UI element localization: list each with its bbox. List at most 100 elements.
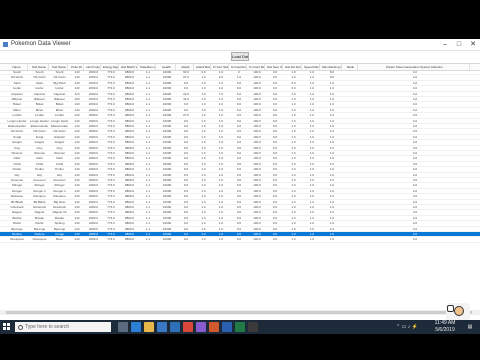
task-view-icon[interactable] (118, 322, 128, 332)
table-cell[interactable]: 773.0 (103, 178, 119, 183)
table-cell[interactable]: 0.0 (231, 221, 247, 226)
table-cell[interactable]: 143 (70, 146, 84, 151)
table-cell[interactable]: 1.0 (304, 237, 320, 242)
table-cell[interactable]: 0.0 (178, 194, 194, 199)
table-cell[interactable]: 9800.0 (121, 70, 138, 75)
table-cell[interactable]: 2000.0 (86, 146, 101, 151)
table-cell[interactable]: 1.0 (304, 210, 320, 215)
table-cell[interactable]: 2000.0 (86, 135, 101, 140)
table-cell[interactable]: 1.0 (322, 146, 342, 151)
table-cell[interactable]: 0.0 (267, 70, 283, 75)
table-cell[interactable]: 2000.0 (86, 97, 101, 102)
table-cell[interactable]: Gtorger (6, 189, 28, 194)
table-cell[interactable]: 4.0 (360, 173, 470, 178)
table-cell[interactable]: Ctlctr (6, 156, 28, 161)
table-cell[interactable]: Mlner (6, 108, 28, 113)
table-cell[interactable]: 1.1 (140, 205, 156, 210)
table-cell[interactable]: 1.0 (304, 200, 320, 205)
table-cell[interactable]: 1.0 (304, 183, 320, 188)
table-cell[interactable]: Shinger (51, 183, 68, 188)
table-cell[interactable]: 1.0 (285, 232, 302, 237)
table-cell[interactable]: Bdsol (6, 102, 28, 107)
table-cell[interactable]: 0.0 (267, 75, 283, 80)
table-cell[interactable]: 10000 (158, 129, 176, 134)
table-cell[interactable]: 1.0 (213, 86, 229, 91)
table-cell[interactable]: 0.0 (267, 205, 283, 210)
table-cell[interactable]: 773.0 (103, 216, 119, 221)
table-cell[interactable]: 773.0 (103, 140, 119, 145)
table-cell[interactable]: Rilkover (6, 97, 28, 102)
table-cell[interactable]: 1.0 (322, 97, 342, 102)
table-cell[interactable]: Cioy (30, 146, 49, 151)
table-cell[interactable]: 1.0 (322, 205, 342, 210)
table-cell[interactable]: Rtorkr (6, 221, 28, 226)
table-cell[interactable]: 1.0 (285, 200, 302, 205)
table-cell[interactable]: Ivorler (6, 86, 28, 91)
table-cell[interactable]: 0.0 (267, 221, 283, 226)
table-cell[interactable]: 1.0 (213, 135, 229, 140)
table-cell[interactable]: Gtorger 1 (30, 189, 49, 194)
table-cell[interactable]: 100.0 (249, 221, 265, 226)
table-cell[interactable]: 1.0 (322, 92, 342, 97)
table-cell[interactable]: 1.0 (304, 156, 320, 161)
table-cell[interactable]: 1.0 (285, 210, 302, 215)
table-cell[interactable]: 143 (70, 232, 84, 237)
table-cell[interactable]: 1.1 (140, 86, 156, 91)
table-cell[interactable]: 10000 (158, 194, 176, 199)
table-cell[interactable]: 2000.0 (86, 221, 101, 226)
table-cell[interactable]: Otl-Vorlm (30, 129, 49, 134)
system-tray-icons[interactable]: ⌃ ▭ ♪ ⚡ (388, 320, 426, 334)
table-cell[interactable]: 1.1 (140, 156, 156, 161)
table-cell[interactable]: 60.0 (178, 70, 194, 75)
table-cell[interactable]: Ramamo (6, 194, 28, 199)
table-cell[interactable]: 1.0 (196, 156, 211, 161)
table-cell[interactable]: 4.0 (360, 135, 470, 140)
table-cell[interactable]: 1.0 (285, 92, 302, 97)
table-cell[interactable]: 0.0 (178, 162, 194, 167)
table-cell[interactable]: 0.0 (178, 221, 194, 226)
table-cell[interactable]: 1.0 (322, 232, 342, 237)
table-cell[interactable]: Otl-Vorlm (6, 129, 28, 134)
edge-icon[interactable] (131, 322, 141, 332)
table-cell[interactable]: 2000.0 (86, 173, 101, 178)
table-cell[interactable]: 1.0 (285, 216, 302, 221)
table-cell[interactable]: 4.0 (360, 178, 470, 183)
table-cell[interactable]: 1.0 (322, 108, 342, 113)
table-cell[interactable]: 1.1 (140, 210, 156, 215)
table-cell[interactable]: Rilkover (30, 97, 49, 102)
table-cell[interactable]: 0.0 (267, 119, 283, 124)
table-cell[interactable]: 0.0 (231, 151, 247, 156)
table-cell[interactable]: 143 (70, 75, 84, 80)
table-cell[interactable]: 1.0 (213, 227, 229, 232)
maximize-icon[interactable]: □ (452, 39, 466, 50)
table-cell[interactable]: 1.0 (196, 178, 211, 183)
table-cell[interactable]: 1.0 (196, 173, 211, 178)
table-cell[interactable]: 1.0 (196, 216, 211, 221)
table-cell[interactable]: 2000.0 (86, 113, 101, 118)
table-cell[interactable]: 773.0 (103, 129, 119, 134)
table-cell[interactable]: 2000.0 (86, 200, 101, 205)
table-cell[interactable]: 1.1 (140, 162, 156, 167)
table-cell[interactable]: 1.0 (285, 194, 302, 199)
file-explorer-icon[interactable] (144, 322, 154, 332)
table-cell[interactable]: Mlner (51, 108, 68, 113)
table-cell[interactable]: 4.0 (360, 216, 470, 221)
table-cell[interactable]: 100.0 (249, 102, 265, 107)
table-cell[interactable]: 1.0 (322, 140, 342, 145)
table-cell[interactable]: Snorlt (30, 70, 49, 75)
table-cell[interactable]: Ragnet (6, 210, 28, 215)
table-cell[interactable]: 0.0 (231, 210, 247, 215)
table-cell[interactable]: 0.0 (178, 216, 194, 221)
table-cell[interactable]: 1.0 (213, 97, 229, 102)
table-cell[interactable]: 0.0 (267, 86, 283, 91)
table-cell[interactable]: 0.0 (231, 119, 247, 124)
table-cell[interactable]: 0.0 (178, 232, 194, 237)
table-cell[interactable]: 0.0 (267, 167, 283, 172)
table-cell[interactable]: 0.0 (178, 135, 194, 140)
table-cell[interactable]: 4.0 (360, 156, 470, 161)
table-cell[interactable]: 1.0 (285, 173, 302, 178)
table-cell[interactable]: 143 (70, 156, 84, 161)
table-cell[interactable]: 1.0 (304, 221, 320, 226)
table-cell[interactable]: 1.0 (213, 156, 229, 161)
table-cell[interactable]: Rodore (30, 232, 49, 237)
